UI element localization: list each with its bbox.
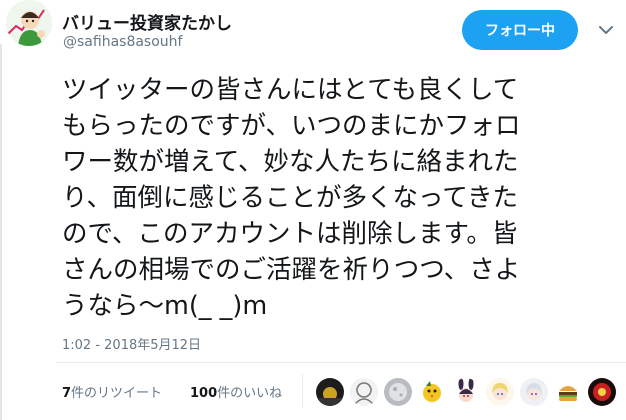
liker-avatar-dark-scene-icon[interactable] xyxy=(316,378,344,406)
liker-avatars xyxy=(316,378,616,406)
tweet-timestamp[interactable]: 1:02 - 2018年5月12日 xyxy=(62,334,201,353)
user-handle[interactable]: @safihas8asouhf xyxy=(63,34,182,50)
liker-avatar-gray-moon-icon[interactable] xyxy=(384,378,412,406)
liker-avatar-burger-icon[interactable] xyxy=(554,378,582,406)
liker-avatar-bunny-girl-icon[interactable] xyxy=(452,378,480,406)
thread-line xyxy=(0,44,2,420)
liker-avatar-sketch-icon[interactable] xyxy=(350,378,378,406)
retweet-stat[interactable]: 7件のリツイート xyxy=(62,382,162,401)
avatar-illustration-icon xyxy=(6,0,52,46)
retweet-count: 7 xyxy=(62,386,72,401)
like-count: 100 xyxy=(190,386,218,401)
like-stat[interactable]: 100件のいいね xyxy=(190,382,282,401)
liker-avatar-yellow-bird-icon[interactable] xyxy=(418,378,446,406)
liker-avatar-white-hair-icon[interactable] xyxy=(520,378,548,406)
like-label: 件のいいね xyxy=(217,386,283,401)
stats-separator xyxy=(302,374,303,408)
liker-avatar-blonde-girl-icon[interactable] xyxy=(486,378,514,406)
retweet-label: 件のリツイート xyxy=(71,386,163,401)
display-name[interactable]: バリュー投資家たかし xyxy=(62,9,232,34)
tweet-text: ツイッターの皆さんにはとても良くして もらったのですが、いつのまにかフォロ ワー… xyxy=(62,75,521,321)
divider xyxy=(56,362,626,363)
avatar[interactable] xyxy=(6,0,52,46)
following-button[interactable]: フォロー中 xyxy=(462,10,578,50)
liker-avatar-red-emblem-icon[interactable] xyxy=(588,378,616,406)
chevron-down-icon[interactable] xyxy=(598,24,614,36)
